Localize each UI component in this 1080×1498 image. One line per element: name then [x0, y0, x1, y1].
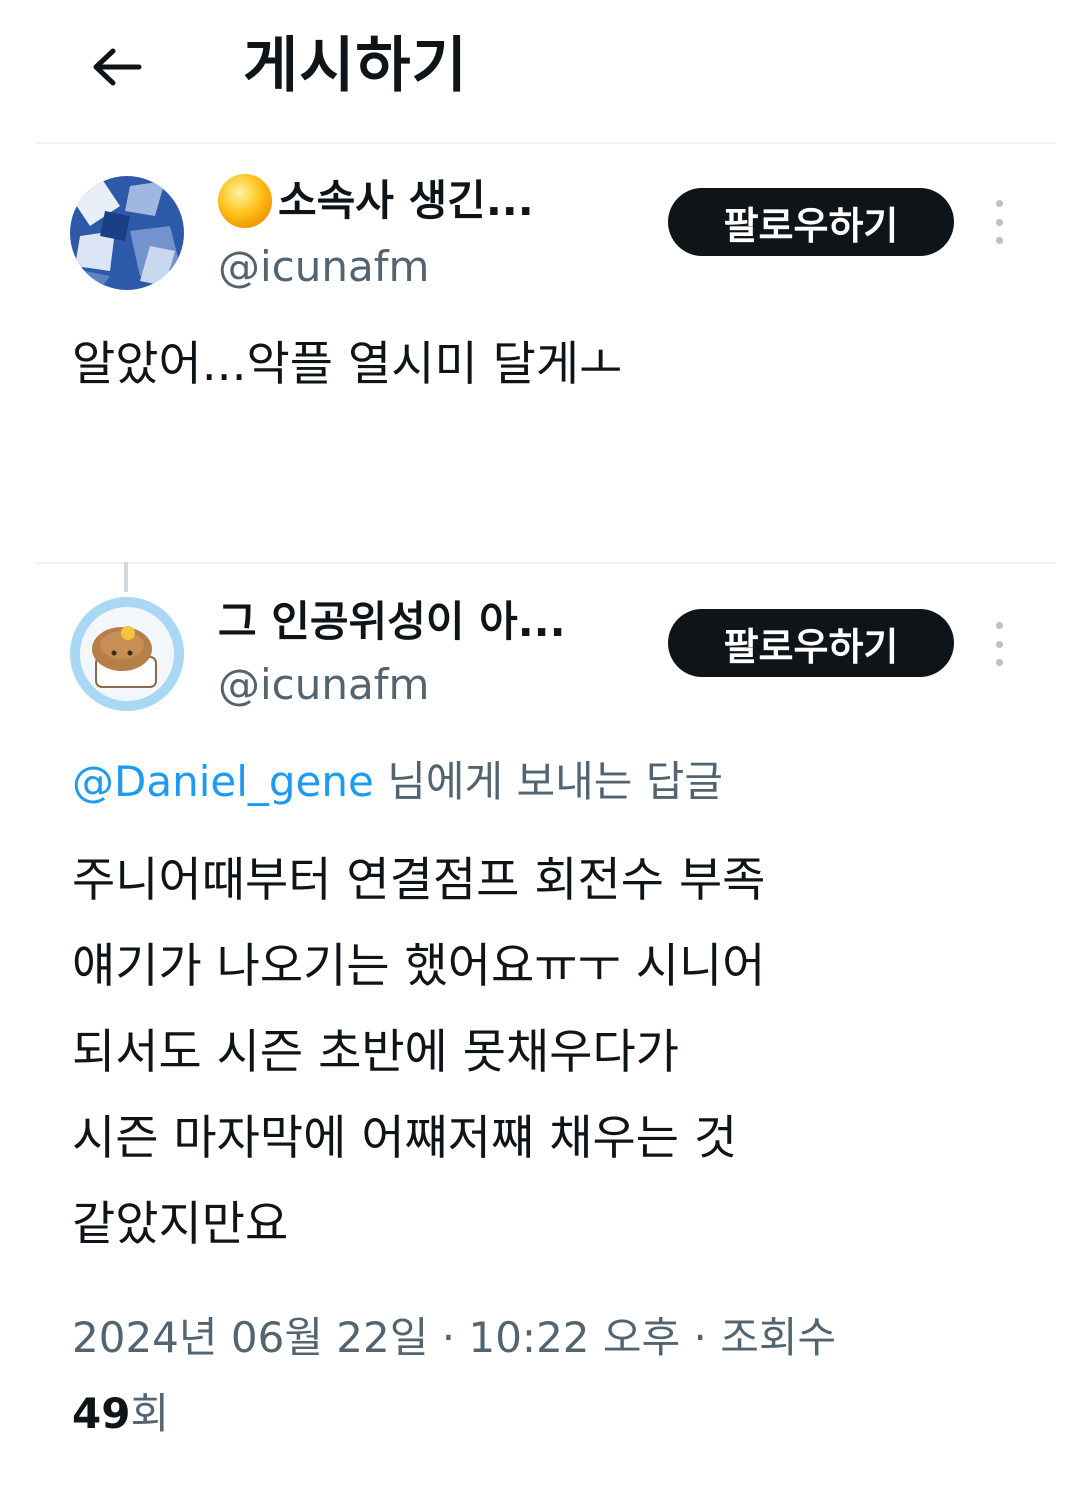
back-button[interactable] [88, 38, 146, 96]
more-options-icon[interactable] [984, 200, 1014, 244]
arrow-left-icon [93, 48, 142, 86]
page-title: 게시하기 [243, 31, 468, 101]
post-text-line: 되서도 시즌 초반에 못채우다가 [72, 1025, 679, 1080]
follow-button[interactable]: 팔로우하기 [668, 188, 954, 256]
reply-suffix: 님에게 보내는 답글 [387, 757, 724, 806]
display-name-text: 소속사 생긴... [278, 176, 534, 225]
sun-emoji-icon [218, 174, 272, 228]
post-text-line: 같았지만요 [72, 1197, 289, 1252]
display-name[interactable]: 소속사 생긴... [216, 172, 534, 230]
post-text: 알았어...악플 열시미 달게ㅗ [72, 337, 623, 392]
avatar[interactable] [70, 176, 184, 290]
views-count[interactable]: 49회 [72, 1386, 169, 1442]
thread-connector [124, 562, 128, 592]
post-time[interactable]: 10:22 오후 [468, 1313, 680, 1362]
reply-mention-link[interactable]: @Daniel_gene [72, 757, 374, 806]
user-handle[interactable]: @icunafm [218, 240, 429, 294]
follow-button[interactable]: 팔로우하기 [668, 609, 954, 677]
views-label: 조회수 [720, 1313, 837, 1362]
separator-dot: · [441, 1313, 469, 1362]
avatar-image [70, 597, 184, 711]
post-metadata: 2024년 06월 22일 · 10:22 오후 · 조회수 [72, 1310, 836, 1366]
more-options-icon[interactable] [984, 622, 1014, 666]
views-number: 49 [72, 1389, 131, 1438]
display-name[interactable]: 그 인공위성이 아... [218, 594, 566, 650]
reply-context: @Daniel_gene 님에게 보내는 답글 [72, 754, 723, 810]
post-divider [36, 562, 1056, 564]
post-text-line: 주니어때부터 연결점프 회전수 부족 [72, 853, 766, 908]
avatar-image [70, 176, 184, 290]
post-text-line: 얘기가 나오기는 했어요ㅠㅜ 시니어 [72, 939, 766, 994]
post-text-line: 시즌 마자막에 어쨰저쨰 채우는 것 [72, 1111, 738, 1166]
header-divider [36, 142, 1056, 144]
top-bar: 게시하기 [0, 0, 1080, 142]
post-date[interactable]: 2024년 06월 22일 [72, 1313, 428, 1362]
user-handle[interactable]: @icunafm [218, 658, 429, 712]
views-suffix: 회 [130, 1389, 170, 1438]
separator-dot: · [693, 1313, 721, 1362]
avatar[interactable] [70, 597, 184, 711]
